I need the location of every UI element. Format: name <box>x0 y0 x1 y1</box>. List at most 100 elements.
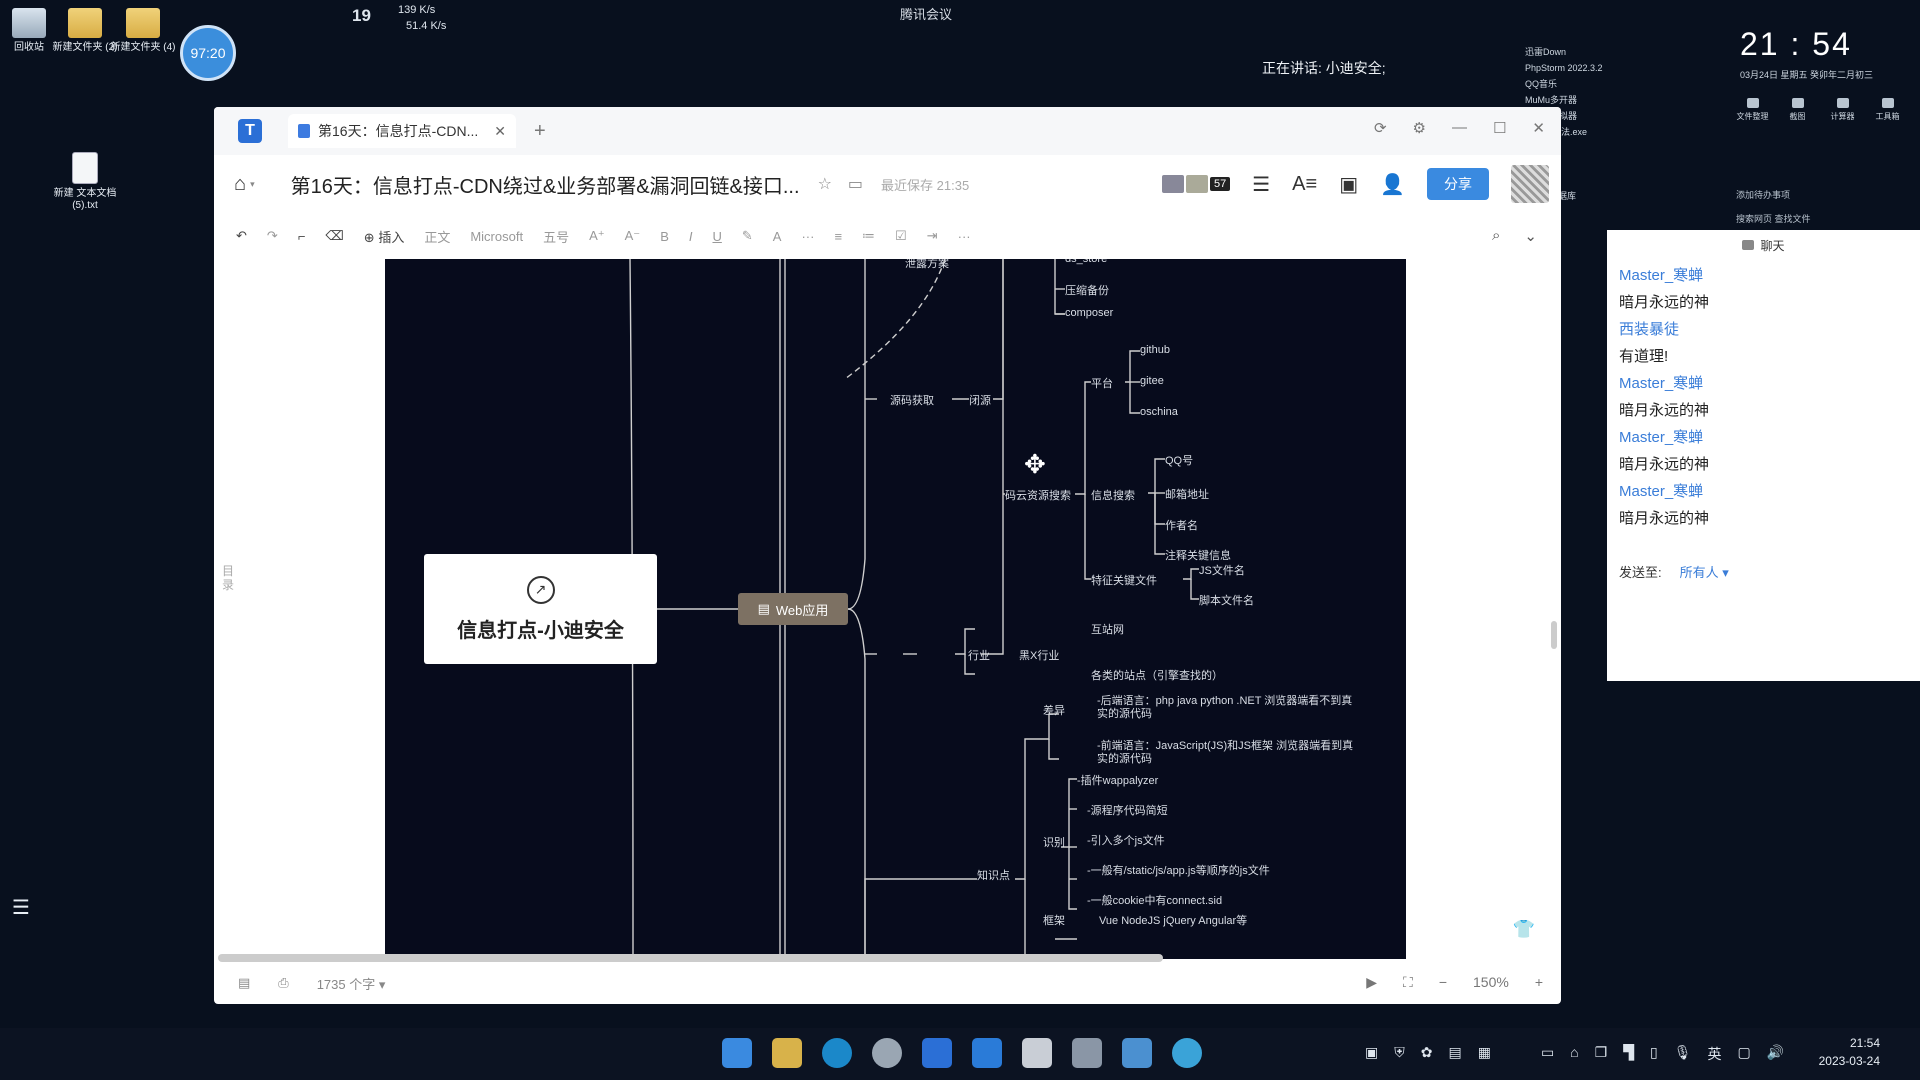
search-icon[interactable]: ⌕ <box>1492 227 1500 245</box>
refresh-icon[interactable]: ⟳ <box>1374 119 1387 137</box>
start-icon[interactable] <box>722 1038 752 1068</box>
share-button[interactable]: 分享 <box>1427 168 1489 200</box>
app-item[interactable]: PhpStorm 2022.3.2 <box>1525 60 1603 76</box>
vertical-scrollbar[interactable] <box>1551 621 1557 649</box>
battery-icon[interactable]: ▯ <box>1650 1044 1658 1064</box>
collaborators[interactable]: 57 <box>1161 175 1231 193</box>
tool-item[interactable]: 计算器 <box>1820 98 1865 122</box>
outline-toggle[interactable]: 目录 <box>222 564 236 592</box>
present-icon[interactable]: ▣ <box>1339 172 1358 197</box>
meeting-title[interactable]: 腾讯会议 <box>900 4 952 23</box>
meeting-icon[interactable] <box>972 1038 1002 1068</box>
search-app-icon[interactable] <box>1172 1038 1202 1068</box>
app-item[interactable]: 迅雷Down <box>1525 44 1603 60</box>
chrome-icon[interactable] <box>872 1038 902 1068</box>
bold-icon[interactable]: B <box>660 229 669 244</box>
maximize-button[interactable]: ☐ <box>1493 119 1506 137</box>
font-grow-icon[interactable]: A⁺ <box>589 228 605 244</box>
shield-icon[interactable]: ⛨ <box>1394 1044 1405 1064</box>
move-folder-icon[interactable]: ▭ <box>848 174 863 194</box>
text-file-icon[interactable]: 新建 文本文档 (5).txt <box>52 152 118 212</box>
minimize-button[interactable]: — <box>1452 119 1467 137</box>
font-size-select[interactable]: 五号 <box>543 227 569 246</box>
eraser-icon[interactable]: ⌫ <box>325 228 343 244</box>
underline-icon[interactable]: U <box>712 229 721 244</box>
chevron-down-icon[interactable]: ▾ <box>250 179 255 190</box>
format-painter-icon[interactable]: ⌐ <box>298 229 306 244</box>
insert-button[interactable]: ⊕ 插入 <box>364 227 405 246</box>
folder-icon[interactable]: 新建文件夹 (4) <box>110 8 176 54</box>
align-icon[interactable]: ≡ <box>834 229 842 244</box>
tray-app-icon[interactable]: ▤ <box>1448 1044 1461 1064</box>
chat-sender[interactable]: 西装暴徒 <box>1619 316 1908 343</box>
redo-icon[interactable]: ↷ <box>267 228 278 244</box>
font-shrink-icon[interactable]: A⁻ <box>625 228 641 244</box>
settings-icon[interactable]: ⚙ <box>1413 119 1426 137</box>
chat-sender[interactable]: Master_寒蝉 <box>1619 478 1908 505</box>
close-tab-icon[interactable]: ✕ <box>494 123 506 140</box>
tool-item[interactable]: 工具箱 <box>1865 98 1910 122</box>
docs-app-icon[interactable] <box>922 1038 952 1068</box>
new-tab-button[interactable]: + <box>534 120 546 143</box>
edge-icon[interactable] <box>822 1038 852 1068</box>
tool-item[interactable]: 文件整理 <box>1730 98 1775 122</box>
indent-icon[interactable]: ⇥ <box>927 228 938 244</box>
text-format-icon[interactable]: A≡ <box>1292 173 1317 196</box>
tray-app-icon[interactable]: ✿ <box>1421 1044 1433 1064</box>
home-icon[interactable]: ⌂ <box>234 173 246 196</box>
more-icon[interactable]: ··· <box>801 229 814 244</box>
document-canvas[interactable]: 目录 泄露方案 ds_store 压缩备份 composer 源码获取 闭源 平… <box>214 259 1561 959</box>
font-select[interactable]: Microsoft <box>470 229 523 244</box>
window-icon[interactable]: ❐ <box>1595 1044 1608 1064</box>
italic-icon[interactable]: I <box>689 229 693 244</box>
fullscreen-icon[interactable]: ⛶ <box>1403 974 1413 991</box>
mindmap-web-node[interactable]: ▤ Web应用 <box>738 593 848 625</box>
folder-icon[interactable]: 新建文件夹 (2) <box>52 8 118 54</box>
menu-icon[interactable]: ☰ <box>1252 172 1270 197</box>
monitor-icon[interactable]: ▢ <box>1737 1044 1750 1064</box>
highlight-icon[interactable]: ✎ <box>742 228 753 244</box>
todo-hint[interactable]: 添加待办事项 <box>1736 188 1790 201</box>
zoom-level[interactable]: 150% <box>1473 974 1509 991</box>
zoom-in-button[interactable]: + <box>1535 974 1543 991</box>
skin-icon[interactable]: 👕 <box>1513 919 1535 940</box>
network-icon[interactable]: ⌂ <box>1570 1044 1578 1064</box>
zoom-out-button[interactable]: − <box>1439 974 1447 991</box>
chevron-down-icon[interactable]: ⌄ <box>1524 227 1537 245</box>
tool-item[interactable]: 截图 <box>1775 98 1820 122</box>
horizontal-scrollbar[interactable] <box>218 954 1163 962</box>
app-logo-icon[interactable]: T <box>238 119 262 143</box>
star-icon[interactable]: ☆ <box>818 174 832 194</box>
ime-indicator[interactable]: 英 <box>1707 1044 1721 1064</box>
display-icon[interactable]: ▭ <box>1541 1044 1554 1064</box>
undo-icon[interactable]: ↶ <box>236 228 247 244</box>
more-icon[interactable]: ··· <box>958 229 971 244</box>
pin-icon[interactable]: ▜ <box>1623 1044 1634 1064</box>
print-icon[interactable]: ⎙ <box>278 975 288 991</box>
close-button[interactable]: ✕ <box>1532 119 1545 137</box>
paragraph-style-select[interactable]: 正文 <box>424 227 450 246</box>
avatar[interactable] <box>1511 165 1549 203</box>
tool-icon[interactable] <box>1072 1038 1102 1068</box>
doc-title[interactable]: 第16天：信息打点-CDN绕过&业务部署&漏洞回链&接口... <box>291 170 800 199</box>
editor-icon[interactable] <box>1022 1038 1052 1068</box>
taskbar-clock[interactable]: 21:54 2023-03-24 <box>1819 1034 1880 1070</box>
microphone-icon[interactable]: 🎙 <box>1674 1044 1692 1064</box>
app-item[interactable]: MuMu多开器 <box>1525 92 1603 108</box>
font-color-icon[interactable]: A <box>773 229 782 244</box>
tray-app-icon[interactable]: ▣ <box>1365 1044 1378 1064</box>
list-icon[interactable]: ☰ <box>12 895 30 920</box>
checkbox-icon[interactable]: ☑ <box>895 228 907 244</box>
play-icon[interactable]: ▶ <box>1366 974 1377 991</box>
timer-badge[interactable]: 97:20 <box>180 25 236 81</box>
volume-icon[interactable]: 🔊 <box>1767 1044 1784 1064</box>
send-to-select[interactable]: 所有人 ▾ <box>1680 562 1729 581</box>
word-count[interactable]: 1735 个字 ▾ <box>317 974 386 993</box>
search-hint[interactable]: 搜索网页 查找文件 <box>1736 212 1811 225</box>
mindmap-root-node[interactable]: ↗ 信息打点-小迪安全 <box>424 554 657 664</box>
app-item[interactable]: QQ音乐 <box>1525 76 1603 92</box>
doc-tab[interactable]: 第16天：信息打点-CDN... ✕ <box>288 114 516 148</box>
remote-desktop-icon[interactable] <box>1122 1038 1152 1068</box>
tray-app-icon[interactable]: ▦ <box>1478 1044 1491 1064</box>
list-icon[interactable]: ≔ <box>862 228 875 244</box>
